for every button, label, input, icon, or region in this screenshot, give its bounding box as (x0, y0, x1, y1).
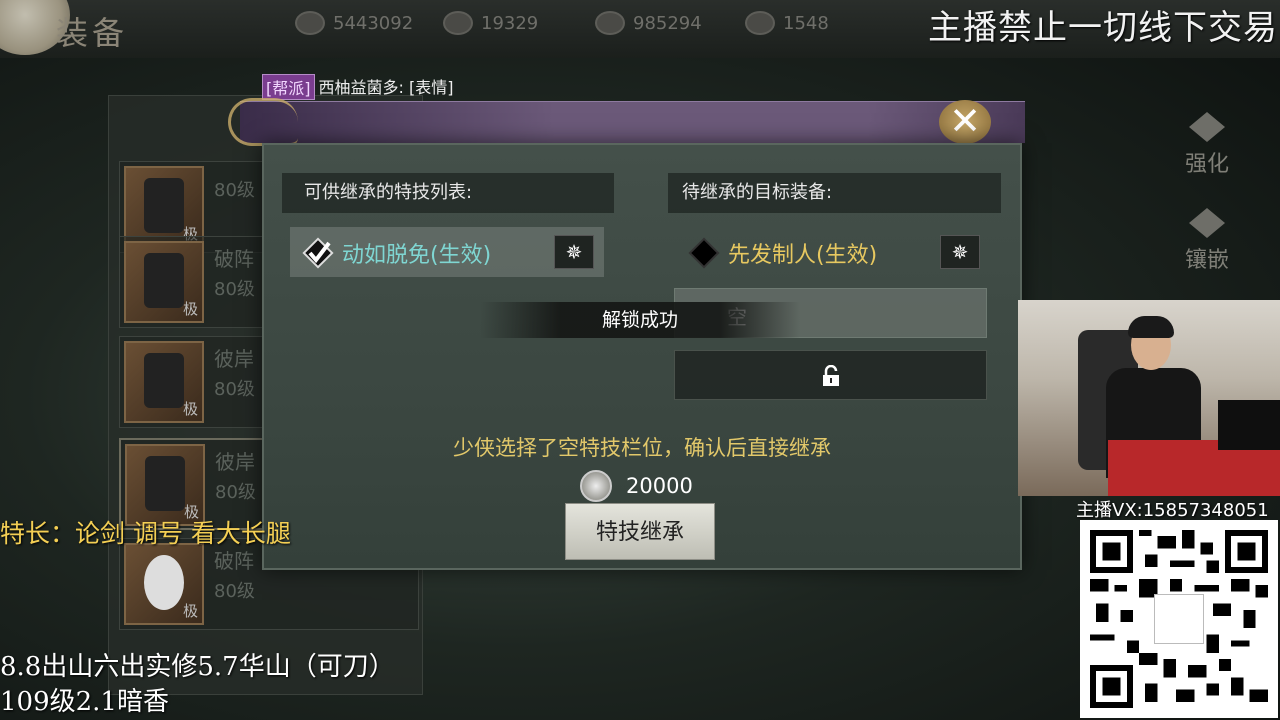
chat-message: 西柚益菌多: [表情] (318, 78, 454, 97)
checkbox-unchecked-icon[interactable] (688, 237, 720, 269)
ingot-icon (443, 11, 473, 35)
bind-label: 极 (182, 602, 198, 620)
currency-gem: 985294 (595, 10, 702, 36)
currency-value: 5443092 (333, 12, 414, 34)
webcam-feed (1018, 300, 1280, 496)
streamer-info-line1: 8.8出山六出实修5.7华山（可刀） (0, 652, 395, 682)
right-skill-row[interactable]: 先发制人(生效) ✵ (676, 227, 990, 277)
inherit-skill-button[interactable]: 特技继承 (565, 503, 715, 560)
right-skill-label: 先发制人(生效) (728, 243, 878, 268)
equipment-level: 80级 (215, 482, 256, 503)
inlay-button[interactable]: 镶嵌 (1172, 208, 1242, 288)
equipment-name: 破阵 (214, 247, 254, 271)
equipment-level: 80级 (214, 180, 255, 201)
bind-label: 极 (182, 400, 198, 418)
inlay-label: 镶嵌 (1184, 248, 1229, 273)
qr-code (1080, 520, 1278, 718)
close-button[interactable]: ✕ (939, 100, 991, 144)
hammer-icon (1189, 112, 1225, 142)
streamer-specialty: 特长：论剑 调号 看大长腿 (0, 519, 291, 548)
equipment-level: 80级 (214, 379, 255, 400)
equipment-level: 80级 (214, 279, 255, 300)
enhance-label: 强化 (1184, 152, 1229, 177)
chat-line: [帮派] 西柚益菌多: [表情] (262, 74, 453, 100)
checkbox-checked-icon[interactable] (302, 237, 334, 269)
qr-logo-badge (1154, 594, 1204, 644)
left-column-header: 可供继承的特技列表: (282, 173, 614, 213)
coin-icon (295, 11, 325, 35)
skill-emblem-icon: ✵ (951, 240, 969, 264)
streamer-info-line2: 109级2.1暗香 (0, 687, 169, 717)
cost-row: 20000 (580, 470, 693, 502)
lock-icon (823, 365, 839, 386)
equipment-thumbnail: 极 (124, 241, 204, 323)
left-skill-label: 动如脱免(生效) (342, 243, 492, 268)
skill-detail-button[interactable]: ✵ (554, 235, 594, 269)
currency-value: 985294 (633, 12, 702, 34)
cost-value: 20000 (626, 474, 693, 498)
currency-coin: 5443092 (295, 10, 413, 36)
skill-emblem-icon: ✵ (565, 240, 583, 264)
unlocked-skill-slot[interactable] (674, 350, 987, 400)
unlock-success-toast: 解锁成功 (480, 302, 800, 338)
equipment-name: 彼岸 (215, 450, 255, 474)
bowl-icon (745, 11, 775, 35)
chat-channel-tag: [帮派] (262, 74, 315, 100)
streamer-contact: 主播VX:15857348051 (1076, 500, 1269, 521)
equipment-thumbnail: 极 (124, 543, 204, 625)
page-title: 装备 (56, 14, 129, 52)
currency-bowl: 1548 (745, 10, 829, 36)
gem-icon (595, 11, 625, 35)
currency-value: 19329 (481, 12, 539, 34)
hexagon-icon (1189, 208, 1225, 238)
coin-icon (580, 470, 612, 502)
skill-detail-button[interactable]: ✵ (940, 235, 980, 269)
currency-value: 1548 (783, 12, 829, 34)
equipment-name: 彼岸 (214, 347, 254, 371)
equipment-thumbnail: 极 (124, 341, 204, 423)
currency-ingot: 19329 (443, 10, 538, 36)
hint-text: 少侠选择了空特技栏位，确认后直接继承 (453, 436, 831, 460)
equipment-level: 80级 (214, 581, 255, 602)
monitor (1218, 400, 1280, 450)
enhance-button[interactable]: 强化 (1172, 112, 1242, 192)
cloud-ornament-icon (228, 98, 298, 146)
dialog-header (240, 101, 1025, 143)
left-skill-row[interactable]: 动如脱免(生效) ✵ (290, 227, 604, 277)
streamer-notice: 主播禁止一切线下交易 (928, 8, 1278, 48)
right-column-header: 待继承的目标装备: (668, 173, 1001, 213)
bind-label: 极 (182, 300, 198, 318)
